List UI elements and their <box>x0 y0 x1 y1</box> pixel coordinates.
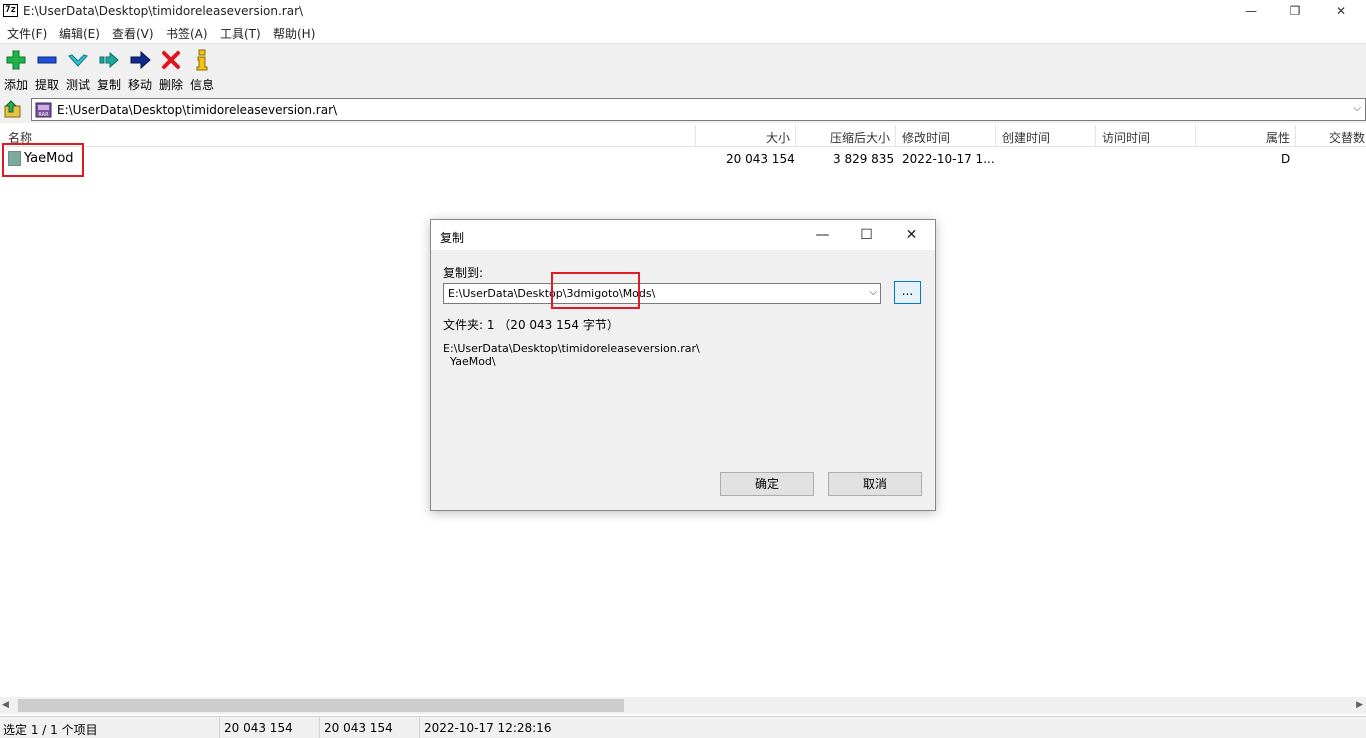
column-accessed[interactable]: 访问时间 <box>1102 129 1150 146</box>
up-folder-icon <box>4 100 21 118</box>
status-bar: 选定 1 / 1 个项目 20 043 154 20 043 154 2022-… <box>0 716 1366 738</box>
app-window: 7z E:\UserData\Desktop\timidoreleasevers… <box>0 0 1366 738</box>
minimize-button[interactable]: — <box>1228 0 1274 22</box>
info-label: 信息 <box>189 78 214 92</box>
scroll-left-icon[interactable]: ◀ <box>2 700 9 710</box>
status-divider <box>319 717 320 738</box>
menu-bookmarks[interactable]: 书签(A) <box>166 25 208 42</box>
address-row: RAR E:\UserData\Desktop\timidoreleasever… <box>0 97 1366 123</box>
svg-text:RAR: RAR <box>38 112 49 118</box>
row-packed-size: 3 829 835 <box>833 152 895 166</box>
dialog-title-bar: 复制 — ☐ ✕ <box>431 220 935 250</box>
window-title: E:\UserData\Desktop\timidoreleaseversion… <box>23 4 304 18</box>
add-icon <box>6 50 26 70</box>
chevron-down-icon[interactable]: ⌵ <box>869 287 877 298</box>
summary-info: 文件夹: 1 （20 043 154 字节） <box>443 318 619 332</box>
dialog-close-button[interactable]: ✕ <box>889 220 934 250</box>
title-bar: 7z E:\UserData\Desktop\timidoreleasevers… <box>0 0 1366 22</box>
restore-button[interactable]: ❐ <box>1272 0 1318 22</box>
info-button[interactable]: 信息 <box>186 46 218 94</box>
up-folder-button[interactable] <box>4 100 24 120</box>
cancel-button[interactable]: 取消 <box>828 472 922 496</box>
column-divider[interactable] <box>895 125 896 147</box>
close-button[interactable]: ✕ <box>1318 0 1364 22</box>
menu-edit[interactable]: 编辑(E) <box>59 25 100 42</box>
column-divider[interactable] <box>795 125 796 147</box>
scrollbar-thumb[interactable] <box>18 699 624 712</box>
list-header: 名称 大小 压缩后大小 修改时间 创建时间 访问时间 属性 交替数 <box>0 125 1366 147</box>
row-attributes: D <box>1281 152 1291 166</box>
7zip-app-icon: 7z <box>3 4 18 17</box>
column-modified[interactable]: 修改时间 <box>902 129 950 146</box>
column-size[interactable]: 大小 <box>766 129 790 146</box>
menu-bar: 文件(F) 编辑(E) 查看(V) 书签(A) 工具(T) 帮助(H) <box>0 22 1366 43</box>
destination-combobox[interactable]: E:\UserData\Desktop\3dmigoto\Mods\ ⌵ <box>443 283 881 304</box>
test-icon <box>68 54 88 67</box>
dialog-maximize-button[interactable]: ☐ <box>844 220 889 250</box>
menu-file[interactable]: 文件(F) <box>7 25 47 42</box>
table-row[interactable]: YaeMod 20 043 154 3 829 835 2022-10-17 1… <box>0 148 1366 170</box>
scroll-right-icon[interactable]: ▶ <box>1356 700 1363 710</box>
column-attributes[interactable]: 属性 <box>1266 129 1290 146</box>
column-packed-size[interactable]: 压缩后大小 <box>830 129 890 146</box>
dialog-title: 复制 <box>440 231 465 245</box>
row-size: 20 043 154 <box>726 152 795 166</box>
copy-icon <box>99 51 119 69</box>
status-selection: 选定 1 / 1 个项目 <box>3 723 98 737</box>
info-icon <box>196 49 208 71</box>
browse-button[interactable]: ... <box>894 281 921 304</box>
annotation-highlight-box <box>2 143 84 177</box>
column-divider[interactable] <box>1095 125 1096 147</box>
menu-view[interactable]: 查看(V) <box>112 25 154 42</box>
annotation-highlight-box <box>551 272 640 309</box>
chevron-down-icon[interactable]: ⌵ <box>1353 103 1361 114</box>
address-path: E:\UserData\Desktop\timidoreleaseversion… <box>57 103 338 117</box>
status-size: 20 043 154 <box>224 721 293 735</box>
status-packed: 20 043 154 <box>324 721 393 735</box>
source-path: E:\UserData\Desktop\timidoreleaseversion… <box>443 342 700 368</box>
status-modified: 2022-10-17 12:28:16 <box>424 721 552 735</box>
row-modified: 2022-10-17 1... <box>902 152 995 166</box>
column-created[interactable]: 创建时间 <box>1002 129 1050 146</box>
column-divider[interactable] <box>695 125 696 147</box>
dialog-minimize-button[interactable]: — <box>800 220 845 250</box>
ok-button[interactable]: 确定 <box>720 472 814 496</box>
status-divider <box>419 717 420 738</box>
copy-dialog: 复制 — ☐ ✕ 复制到: E:\UserData\Desktop\3dmigo… <box>430 219 936 511</box>
column-divider[interactable] <box>995 125 996 147</box>
column-alternate-streams[interactable]: 交替数 <box>1329 129 1365 146</box>
toolbar: 添加 提取 测试 复制 移动 删除 信息 <box>0 43 1366 97</box>
rar-archive-icon: RAR <box>35 102 52 118</box>
horizontal-scrollbar[interactable]: ◀ ▶ <box>0 697 1366 714</box>
delete-icon <box>162 51 180 69</box>
address-bar[interactable]: RAR E:\UserData\Desktop\timidoreleasever… <box>31 98 1366 121</box>
extract-icon <box>37 56 57 64</box>
column-divider[interactable] <box>1195 125 1196 147</box>
column-divider[interactable] <box>1295 125 1296 147</box>
menu-help[interactable]: 帮助(H) <box>273 25 315 42</box>
move-icon <box>130 50 151 70</box>
status-divider <box>219 717 220 738</box>
copy-to-label: 复制到: <box>443 266 484 280</box>
menu-tools[interactable]: 工具(T) <box>220 25 261 42</box>
